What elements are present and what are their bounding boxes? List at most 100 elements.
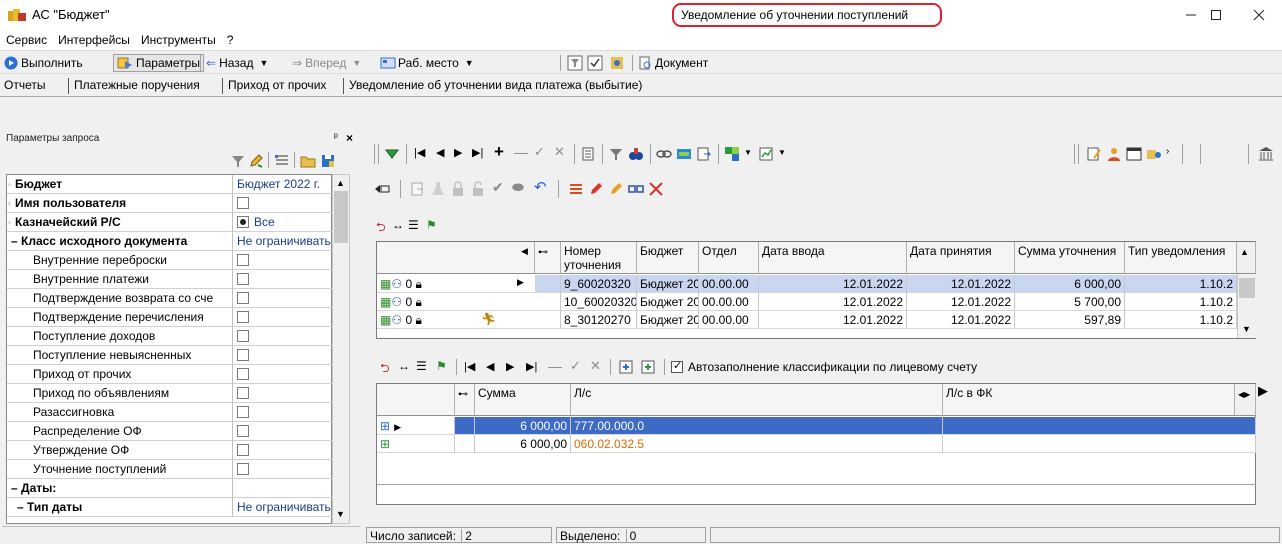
param-row[interactable]: Внутренние переброски [7,251,332,270]
flask-icon[interactable] [430,181,446,197]
param-checkbox[interactable] [237,387,249,399]
param-checkbox[interactable] [237,406,249,418]
user-icon[interactable] [1106,146,1122,162]
scroll-up-icon[interactable]: ▲ [1240,247,1249,257]
edit-red-icon[interactable] [588,181,604,197]
chevron-down-icon[interactable]: ▼ [778,148,786,157]
glasses-icon[interactable] [628,181,644,197]
cell[interactable]: 9_60020320 [561,275,637,293]
param-value[interactable]: Бюджет 2022 г. [234,175,332,194]
table-row[interactable]: ▦⚇ 0 🔒︎ ▶ 9_60020320 Бюджет 20 00.00.00 1… [377,275,1237,293]
tools-icon[interactable] [648,181,664,197]
col-header[interactable]: Л/с в ФК [943,384,1235,416]
cell[interactable]: 6 000,00 [475,435,571,453]
save-icon[interactable] [320,153,336,169]
list-icon[interactable] [274,153,290,169]
grid1-vscroll[interactable]: ▼ [1237,274,1256,338]
tab-payment-type-notice[interactable]: Уведомление об уточнении вида платежа (в… [349,78,642,92]
filter-icon[interactable] [608,146,624,162]
add-green-icon[interactable] [640,359,656,375]
filter-icon[interactable] [230,153,246,169]
col-header[interactable]: Дата принятия [907,242,1015,274]
link-icon[interactable] [656,146,672,162]
last-record-icon[interactable]: ▶| [472,146,483,159]
col-header[interactable]: Тип уведомления [1125,242,1237,274]
tab-payment-orders[interactable]: Платежные поручения [74,78,200,92]
param-checkbox[interactable] [237,368,249,380]
check-square-icon[interactable] [587,55,603,71]
cell[interactable]: Бюджет 20 [637,275,699,293]
undo-icon[interactable]: ↶ [534,178,547,196]
scroll-up-icon[interactable]: ▲ [336,178,345,188]
last-record-icon[interactable]: ▶| [526,360,537,373]
delete-record-icon[interactable]: — [548,358,562,374]
run-button[interactable]: Выполнить [4,54,83,72]
cell[interactable]: 597,89 [1015,311,1125,329]
menu-tools[interactable]: Инструменты [135,30,221,47]
scroll-right-icon[interactable]: ▶ [1244,390,1250,399]
cell[interactable]: 1.10.2 [1125,311,1237,329]
more-icon[interactable]: › [1166,146,1169,157]
collapse-icon[interactable]: – [11,481,21,495]
delete-record-icon[interactable]: — [514,144,528,160]
param-scrollbar[interactable]: ▲ ▼ [332,174,350,524]
table-row[interactable]: ▦⚇ 0 🔒︎ 🏃︎ 8_30120270 Бюджет 20 00.00.00 … [377,311,1237,329]
next-record-icon[interactable]: ▶ [454,146,462,159]
tab-income-from-others[interactable]: Приход от прочих [228,78,326,92]
cell[interactable]: 00.00.00 [699,275,759,293]
param-checkbox[interactable] [237,349,249,361]
cell[interactable] [943,417,1256,435]
confirm-icon[interactable]: ✓ [534,144,545,160]
document-button[interactable]: Документ [638,54,708,72]
maximize-button[interactable] [1193,0,1239,30]
col-header[interactable]: Сумма [475,384,571,416]
prev-record-icon[interactable]: ◀ [486,360,494,373]
check-icon[interactable]: ✔ [492,179,504,196]
tab-income-refinement-notice[interactable]: Уведомление об уточнении поступлений [672,3,942,27]
back-button[interactable]: ⇐ Назад ▼ [206,54,268,72]
params-button[interactable]: Параметры [113,54,204,72]
expand-icon[interactable]: ↔ [392,218,404,232]
tab-reports[interactable]: Отчеты [4,78,45,92]
prev-record-icon[interactable]: ◀ [436,146,444,159]
cell[interactable]: 5 700,00 [1015,293,1125,311]
module-icon[interactable] [724,146,740,162]
open-folder-icon[interactable] [300,153,316,169]
cell[interactable]: 6 000,00 [475,417,571,435]
cell[interactable]: 8_30120270 [561,311,637,329]
cell[interactable]: Бюджет 20 [637,311,699,329]
param-checkbox[interactable] [237,330,249,342]
cell[interactable]: 12.01.2022 [759,275,907,293]
param-row-date-type[interactable]: – Тип даты Не ограничивать [7,498,332,517]
close-panel-icon[interactable]: × [346,131,353,145]
cell[interactable]: Бюджет 20 [637,293,699,311]
stop-icon[interactable]: ⬬ [512,179,524,196]
first-record-icon[interactable]: |◀ [414,146,425,159]
grid2-right-arrow-icon[interactable]: ▶ [1258,383,1280,403]
cancel-icon[interactable]: ✕ [590,358,601,374]
param-checkbox[interactable] [237,292,249,304]
expand-icon[interactable]: ↔ [398,359,410,373]
scroll-thumb[interactable] [334,191,348,243]
param-row-budget[interactable]: Бюджет Бюджет 2022 г. [7,175,332,194]
cell[interactable]: 12.01.2022 [759,311,907,329]
param-checkbox[interactable] [237,273,249,285]
next-record-icon[interactable]: ▶ [506,360,514,373]
close-button[interactable] [1236,0,1282,30]
cell[interactable]: 777.00.000.0 [571,417,943,435]
param-row-dates[interactable]: – Даты: [7,479,332,498]
chevron-down-icon[interactable]: ▼ [744,148,752,157]
arrow-back-icon[interactable] [374,181,390,197]
workplace-button[interactable]: Раб. место ▼ [380,54,474,72]
add-child-icon[interactable] [618,359,634,375]
export-icon[interactable] [609,55,625,71]
report-icon[interactable] [758,146,774,162]
exit-icon[interactable]: ⮌ [380,359,390,380]
param-value[interactable]: Не ограничивать [234,232,332,251]
cell[interactable]: 00.00.00 [699,311,759,329]
list-check-icon[interactable]: ☰ [408,218,419,232]
param-row[interactable]: Приход от прочих [7,365,332,384]
confirm-icon[interactable]: ✓ [570,358,581,374]
autofill-checkbox[interactable]: ✓ [671,360,683,373]
bank-icon[interactable] [1258,146,1274,162]
